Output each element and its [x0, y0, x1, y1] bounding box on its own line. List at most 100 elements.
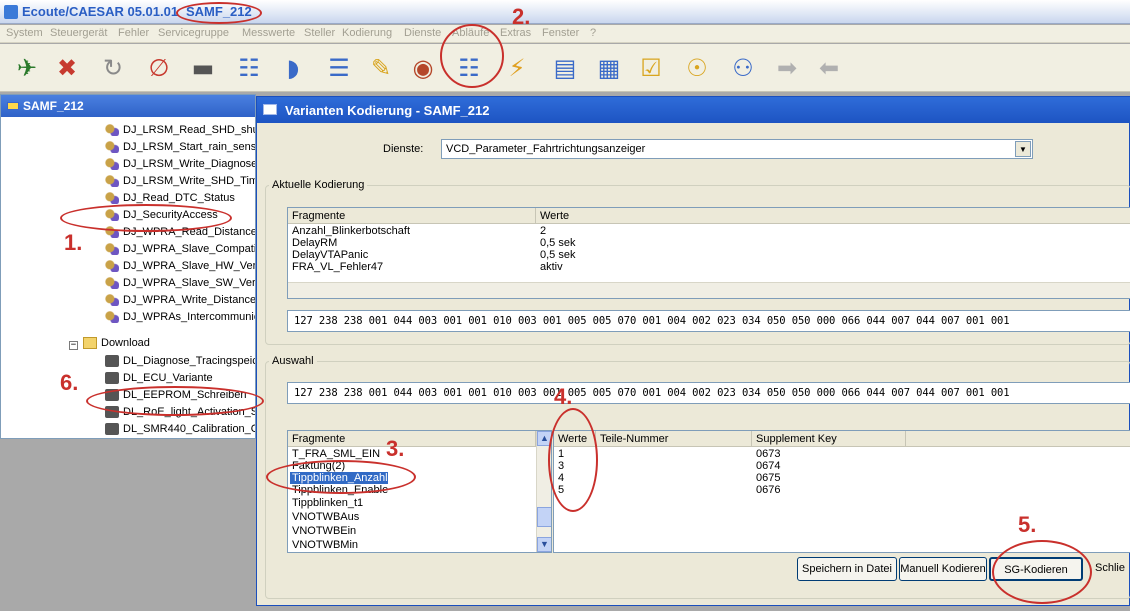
annotation-oval-ecu-name	[176, 2, 262, 24]
table-icon[interactable]: ▦	[592, 51, 626, 85]
close-button[interactable]: Schlie	[1095, 557, 1130, 581]
menu-fenster[interactable]: Fenster	[542, 27, 579, 39]
job-icon	[105, 277, 119, 290]
fragment-item[interactable]: VNOTWBMin	[292, 539, 358, 551]
tree-item[interactable]: DL_SMR440_Calibration_Off	[105, 423, 255, 438]
job-icon	[105, 260, 119, 273]
dialog-title-bar: Varianten Kodierung - SAMF_212	[257, 97, 1130, 123]
col-header-werte[interactable]: Werte	[536, 208, 1130, 224]
current-value: 0,5 sek	[540, 237, 576, 249]
horizontal-scrollbar[interactable]	[288, 282, 1130, 298]
tree-title: SAMF_212	[23, 99, 84, 113]
list-icon[interactable]: ▤	[548, 51, 582, 85]
current-fragment: FRA_VL_Fehler47	[292, 261, 384, 273]
fragment-item[interactable]: Tippblinken_t1	[292, 497, 363, 509]
checklist-icon[interactable]: ☑	[634, 51, 668, 85]
chevron-down-icon[interactable]: ▼	[1015, 141, 1031, 157]
fragment-item[interactable]: VNOTWBEin	[292, 525, 356, 537]
job-icon	[105, 192, 119, 205]
main-title-bar: Ecoute/CAESAR 05.01.01 SAMF_212	[0, 0, 1130, 24]
tree-item[interactable]: DJ_LRSM_Read_SHD_shut_r	[105, 124, 255, 141]
arrow-right-icon[interactable]: ➡	[770, 51, 804, 85]
tree-item[interactable]: DJ_LRSM_Write_Diagnose_T	[105, 158, 255, 175]
supplement-key: 0674	[756, 460, 781, 472]
download-icon	[105, 423, 119, 436]
menu-steller[interactable]: Steller	[304, 27, 335, 39]
col-header-fragmente[interactable]: Fragmente	[288, 208, 536, 224]
current-fragment: DelayRM	[292, 237, 338, 249]
dienste-label: Dienste:	[383, 143, 424, 155]
fragment-item[interactable]: VNOTWBAus	[292, 511, 359, 523]
tree-item[interactable]: DJ_WPRA_Slave_Compatibili	[105, 243, 255, 260]
arrow-left-icon[interactable]: ⬅	[812, 51, 846, 85]
tree-header: SAMF_212	[1, 95, 255, 117]
value-list: Werte Teile-Nummer Supplement Key 1 0673…	[553, 430, 1130, 553]
col-header-supplement-key[interactable]: Supplement Key	[752, 431, 906, 447]
annotation-oval-toolbar	[440, 24, 504, 88]
tree-item[interactable]: DJ_WPRA_Slave_SW_Versio	[105, 277, 255, 294]
window-icon[interactable]: ☰	[322, 51, 356, 85]
menu-messwerte[interactable]: Messwerte	[242, 27, 295, 39]
annotation-number: 1.	[64, 230, 83, 255]
menu-fehler[interactable]: Fehler	[118, 27, 149, 39]
download-icon	[105, 355, 119, 368]
annotation-oval-eeprom	[86, 386, 264, 416]
supplement-key: 0676	[756, 484, 781, 496]
annotation-oval-values	[548, 408, 598, 512]
tree-item[interactable]: DJ_LRSM_Write_SHD_Timeo	[105, 175, 255, 192]
dienste-select[interactable]: VCD_Parameter_Fahrtrichtungsanzeiger ▼	[441, 139, 1033, 159]
job-icon	[105, 124, 119, 137]
refresh-icon[interactable]: ↻	[96, 51, 130, 85]
download-icon	[105, 372, 119, 385]
menu-kodierung[interactable]: Kodierung	[342, 27, 392, 39]
supplement-key: 0673	[756, 448, 781, 460]
car-icon[interactable]: ◗	[276, 51, 310, 85]
menu-system[interactable]: System	[6, 27, 43, 39]
window-title: Ecoute/CAESAR 05.01.01	[22, 4, 179, 19]
ecu-icon[interactable]: ▬	[186, 51, 220, 85]
current-coding-label: Aktuelle Kodierung	[269, 179, 368, 191]
eye-icon[interactable]: ◉	[406, 51, 440, 85]
annotation-oval-fragment	[266, 460, 416, 494]
annotation-oval-sg-button	[992, 540, 1092, 604]
disconnect-icon[interactable]: ✖	[50, 51, 84, 85]
menu-steuergeraet[interactable]: Steuergerät	[50, 27, 107, 39]
ecu-icon	[7, 102, 19, 110]
search-icon[interactable]: ☉	[680, 51, 714, 85]
tree-item[interactable]: DJ_WPRA_Write_Distance_V	[105, 294, 255, 311]
annotation-number: 2.	[512, 4, 531, 29]
stop-icon[interactable]: ∅	[142, 51, 176, 85]
tree-item[interactable]: DJ_LRSM_Start_rain_sensor	[105, 141, 255, 158]
tree-item[interactable]: DJ_WPRAs_Intercommunicat	[105, 311, 255, 328]
connect-icon[interactable]: ✈	[10, 51, 44, 85]
fragment-list-header[interactable]: Fragmente	[288, 431, 536, 447]
menu-help[interactable]: ?	[590, 27, 596, 39]
job-icon	[105, 141, 119, 154]
current-value: 0,5 sek	[540, 249, 576, 261]
supplement-key: 0675	[756, 472, 781, 484]
selection-coding-bytes[interactable]: 127 238 238 001 044 003 001 001 010 003 …	[287, 382, 1130, 404]
flash-icon[interactable]: ⚡	[500, 51, 534, 85]
toolbar: ✈ ✖ ↻ ∅ ▬ ☷ ◗ ☰ ✎ ◉ ☷ ⚡ ▤ ▦ ☑ ☉ ⚇ ➡ ⬅	[0, 44, 1130, 92]
tree-item[interactable]: DL_Diagnose_Tracingspeiche	[105, 355, 255, 372]
tree-expander[interactable]: −	[69, 341, 78, 350]
current-fragment: DelayVTAPanic	[292, 249, 369, 261]
scroll-thumb[interactable]	[537, 507, 551, 527]
annotation-number: 5.	[1018, 512, 1037, 537]
scroll-down-icon[interactable]: ▼	[537, 537, 551, 552]
edit-icon[interactable]: ✎	[364, 51, 398, 85]
tree-folder-download[interactable]: Download	[83, 337, 150, 354]
report-icon[interactable]: ☷	[232, 51, 266, 85]
menu-dienste[interactable]: Dienste	[404, 27, 441, 39]
save-to-file-button[interactable]: Speichern in Datei	[797, 557, 897, 581]
menu-servicegruppe[interactable]: Servicegruppe	[158, 27, 229, 39]
menu-bar: System Steuergerät Fehler Servicegruppe …	[0, 25, 1130, 43]
job-icon	[105, 311, 119, 324]
fragment-item[interactable]: T_FRA_SML_EIN	[292, 448, 380, 460]
binoculars-icon[interactable]: ⚇	[726, 51, 760, 85]
col-header-teile-nummer[interactable]: Teile-Nummer	[596, 431, 752, 447]
selection-label: Auswahl	[269, 355, 317, 367]
tree-item[interactable]: DJ_WPRA_Slave_HW_Versio	[105, 260, 255, 277]
dienste-value: VCD_Parameter_Fahrtrichtungsanzeiger	[446, 143, 646, 155]
manual-coding-button[interactable]: Manuell Kodieren	[899, 557, 987, 581]
